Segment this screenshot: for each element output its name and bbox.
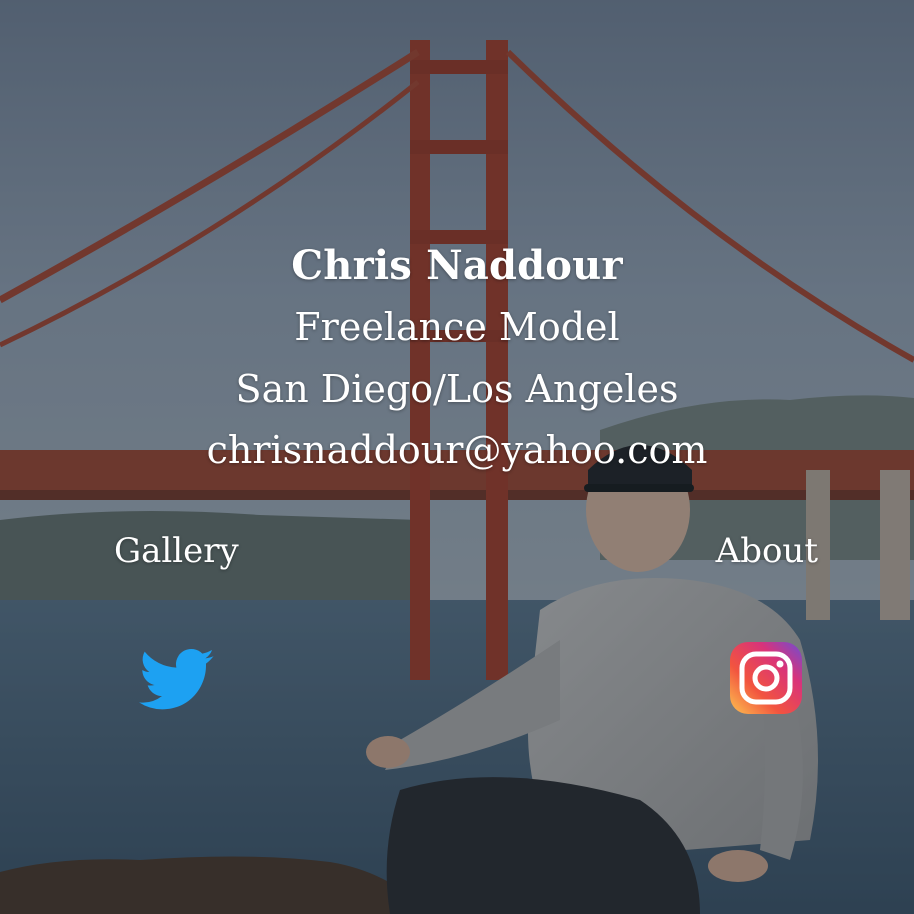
twitter-link[interactable] (136, 640, 216, 720)
instagram-camera-icon (730, 642, 802, 714)
profile-role: Freelance Model (294, 305, 620, 349)
profile-email-link[interactable]: chrisnaddour@yahoo.com (0, 420, 914, 480)
profile-name: Chris Naddour (291, 242, 623, 289)
profile-location: San Diego/Los Angeles (235, 367, 679, 411)
instagram-link[interactable] (726, 638, 806, 718)
profile-header: Chris Naddour Freelance Model San Diego/… (0, 236, 914, 480)
about-link[interactable]: About (716, 526, 818, 576)
twitter-bird-icon (139, 648, 214, 710)
gallery-link[interactable]: Gallery (114, 526, 239, 576)
